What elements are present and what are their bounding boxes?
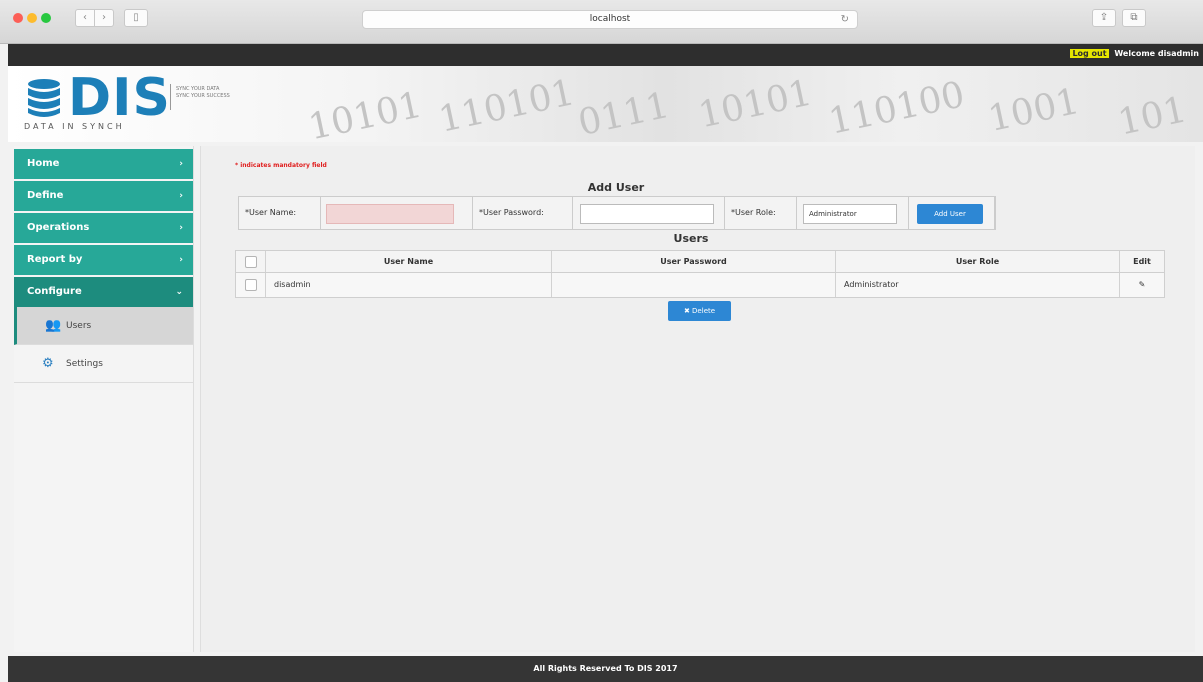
close-window-button[interactable]: [13, 13, 23, 23]
header-edit: Edit: [1133, 257, 1151, 266]
banner-decoration: 0111: [574, 84, 673, 142]
cell-user-password: [552, 273, 836, 297]
logo-subtitle: DATA IN SYNCH: [24, 122, 125, 131]
users-title: Users: [673, 232, 709, 245]
sidebar-item-home[interactable]: Home ›: [14, 149, 193, 179]
table-header: User Name User Password User Role Edit: [236, 251, 1164, 273]
mandatory-note: * indicates mandatory field: [235, 162, 327, 169]
sidebar-toggle-button[interactable]: ▯: [124, 9, 148, 27]
header-user-role[interactable]: User Role: [836, 251, 1120, 272]
address-bar[interactable]: localhost ↻: [362, 10, 858, 29]
chevron-right-icon: ›: [179, 223, 183, 233]
banner-decoration: 1001: [984, 80, 1083, 141]
role-label: *User Role:: [725, 197, 797, 229]
sidebar-item-label: Report by: [27, 254, 83, 265]
sidebar-item-label: Define: [27, 190, 64, 201]
tabs-button[interactable]: ⧉: [1122, 9, 1146, 27]
sidebar-subitem-settings[interactable]: ⚙ Settings: [14, 345, 193, 383]
logo-tagline: SYNC YOUR DATA SYNC YOUR SUCCESS: [176, 86, 230, 99]
close-icon: ✖: [683, 307, 693, 315]
footer: All Rights Reserved To DIS 2017: [8, 656, 1203, 682]
dis-logo[interactable]: DIS DATA IN SYNCH SYNC YOUR DATA SYNC YO…: [22, 68, 262, 138]
username-cell: [321, 197, 473, 229]
password-input[interactable]: [580, 204, 714, 224]
password-cell: [573, 197, 725, 229]
reload-icon[interactable]: ↻: [841, 11, 849, 28]
password-label: *User Password:: [473, 197, 573, 229]
chevron-down-icon: ⌄: [175, 287, 183, 297]
gears-icon: ⚙: [42, 356, 54, 371]
sidebar-item-label: Configure: [27, 286, 82, 297]
chevron-right-icon: ›: [179, 255, 183, 265]
browser-window: ‹ › ▯ localhost ↻ ⇪ ⧉ Log out Welcome di…: [0, 0, 1203, 682]
header-banner: 10101 110101 0111 10101 110100 1001 101 …: [8, 66, 1203, 142]
banner-decoration: 101: [1114, 89, 1191, 142]
sidebar-subitem-label: Users: [66, 321, 92, 331]
add-user-button[interactable]: Add User: [917, 204, 983, 224]
username-label: *User Name:: [239, 197, 321, 229]
chevron-right-icon: ›: [102, 12, 106, 23]
add-user-title: Add User: [587, 181, 645, 194]
username-input[interactable]: [326, 204, 454, 224]
share-button[interactable]: ⇪: [1092, 9, 1116, 27]
sidebar-item-report-by[interactable]: Report by ›: [14, 245, 193, 275]
header-user-password[interactable]: User Password: [552, 251, 836, 272]
select-all-checkbox[interactable]: [245, 256, 257, 268]
chevron-left-icon: ‹: [83, 12, 87, 23]
banner-decoration: 110100: [825, 74, 969, 142]
role-cell: Administrator: [797, 197, 909, 229]
table-row[interactable]: disadmin Administrator ✎: [236, 273, 1164, 297]
delete-button[interactable]: ✖ Delete: [668, 301, 731, 321]
role-select[interactable]: Administrator: [803, 204, 897, 224]
minimize-window-button[interactable]: [27, 13, 37, 23]
browser-toolbar: ‹ › ▯ localhost ↻ ⇪ ⧉: [0, 0, 1203, 44]
sidebar-item-label: Home: [27, 158, 60, 169]
top-bar: Log out Welcome disadmin: [8, 44, 1203, 66]
welcome-text: Welcome disadmin: [1114, 49, 1199, 58]
cell-user-name: disadmin: [266, 273, 552, 297]
sidebar-icon: ▯: [133, 12, 139, 23]
main-content: * indicates mandatory field Add User *Us…: [200, 146, 1195, 652]
chevron-right-icon: ›: [179, 191, 183, 201]
select-all-cell: [236, 251, 266, 272]
logo-divider: [170, 84, 171, 110]
banner-decoration: 10101: [304, 84, 426, 142]
sidebar-item-label: Operations: [27, 222, 90, 233]
sidebar-subitem-users[interactable]: 👥 Users: [14, 307, 193, 345]
sidebar: Home › Define › Operations › Report by ›…: [14, 146, 194, 652]
add-user-form: *User Name: *User Password: *User Role: …: [238, 196, 996, 230]
row-checkbox[interactable]: [245, 279, 257, 291]
pencil-icon[interactable]: ✎: [1139, 280, 1146, 289]
banner-decoration: 110101: [435, 72, 579, 141]
forward-button[interactable]: ›: [94, 9, 114, 27]
row-select-cell: [236, 273, 266, 297]
edit-cell: ✎: [1120, 273, 1164, 297]
sidebar-subitem-label: Settings: [66, 359, 103, 369]
share-icon: ⇪: [1099, 12, 1109, 23]
users-icon: 👥: [45, 318, 62, 333]
sidebar-item-define[interactable]: Define ›: [14, 181, 193, 211]
add-user-cell: Add User: [909, 197, 995, 229]
chevron-right-icon: ›: [179, 159, 183, 169]
header-user-name[interactable]: User Name: [266, 251, 552, 272]
logout-link[interactable]: Log out: [1070, 49, 1109, 58]
cell-user-role: Administrator: [836, 273, 1120, 297]
sidebar-item-operations[interactable]: Operations ›: [14, 213, 193, 243]
url-text: localhost: [589, 14, 631, 24]
tabs-icon: ⧉: [1130, 12, 1138, 23]
logo-wordmark: DIS: [68, 68, 171, 128]
zoom-window-button[interactable]: [41, 13, 51, 23]
user-info: Log out Welcome disadmin: [1070, 49, 1199, 58]
database-icon: [28, 79, 60, 117]
back-button[interactable]: ‹: [75, 9, 95, 27]
sidebar-item-configure[interactable]: Configure ⌄: [14, 277, 193, 307]
users-table: User Name User Password User Role Edit d…: [235, 250, 1165, 298]
banner-decoration: 10101: [694, 72, 816, 137]
